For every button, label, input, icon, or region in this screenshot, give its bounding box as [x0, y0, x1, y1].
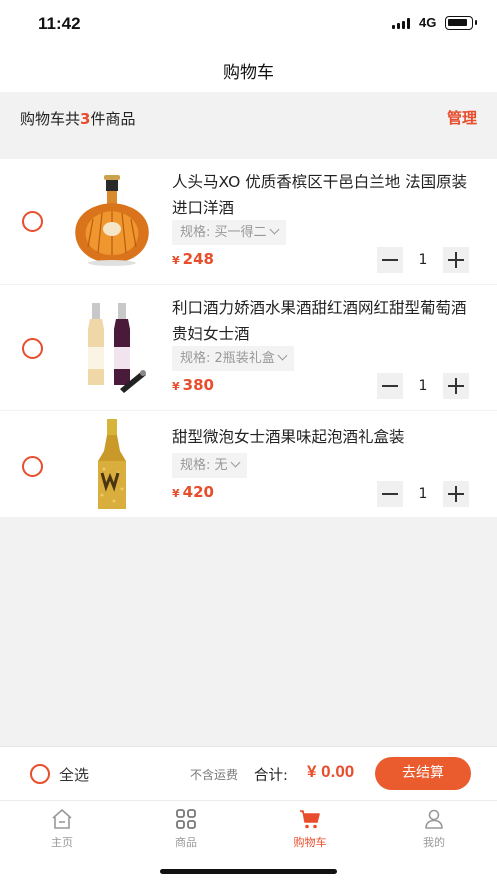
battery-icon [445, 16, 477, 30]
product-image-sparkling-wine[interactable] [62, 415, 162, 515]
price-currency: ¥ [172, 254, 180, 267]
grid-icon [176, 809, 196, 829]
item-spec: 规格: 买一得二 [180, 225, 267, 240]
quantity-value[interactable]: 1 [403, 481, 443, 507]
signal-icon [392, 18, 412, 29]
cart-item: 甜型微泡女士酒果味起泡酒礼盒装 规格: 无 ¥420 1 [0, 411, 497, 517]
checkout-bar: 全选 不含运费 合计: ¥ 0.00 去结算 [0, 746, 497, 800]
item-spec: 规格: 2瓶装礼盒 [180, 351, 275, 366]
quantity-value[interactable]: 1 [403, 247, 443, 273]
total-label: 合计: [254, 768, 288, 784]
tab-products[interactable]: 商品 [124, 807, 248, 850]
cart-count: 3 [80, 110, 91, 128]
cart-count-text: 购物车共3件商品 [20, 108, 135, 129]
page-title: 购物车 [223, 63, 274, 83]
cart-icon [300, 810, 320, 829]
item-title[interactable]: 利口酒力娇酒水果酒甜红酒网红甜型葡萄酒贵妇女士酒 [172, 295, 481, 347]
item-price: ¥420 [172, 483, 214, 501]
increase-quantity-button[interactable] [443, 373, 469, 399]
tab-label: 我的 [423, 836, 445, 849]
status-bar: 11:42 4G [0, 0, 497, 48]
cart-count-prefix: 购物车共 [20, 110, 81, 128]
decrease-quantity-button[interactable] [377, 481, 403, 507]
price-value: 380 [182, 376, 214, 394]
cart-summary: 购物车共3件商品 管理 [0, 92, 497, 142]
quantity-value[interactable]: 1 [403, 373, 443, 399]
home-icon [52, 809, 72, 829]
select-all-label[interactable]: 全选 [59, 764, 89, 785]
tab-label: 购物车 [293, 836, 327, 849]
nav-bar: 购物车 [0, 48, 497, 92]
tab-home[interactable]: 主页 [0, 807, 124, 850]
price-currency: ¥ [172, 487, 180, 500]
item-spec: 规格: 无 [180, 458, 228, 473]
network-type: 4G [419, 15, 437, 30]
chevron-down-icon [277, 350, 288, 361]
home-indicator [160, 869, 337, 874]
item-title[interactable]: 甜型微泡女士酒果味起泡酒礼盒装 [172, 424, 481, 450]
item-select-radio[interactable] [22, 211, 43, 232]
tab-label: 主页 [51, 836, 73, 849]
quantity-stepper: 1 [377, 373, 469, 399]
item-title[interactable]: 人头马XO 优质香槟区干邑白兰地 法国原装进口洋酒 [172, 169, 481, 221]
item-price: ¥380 [172, 376, 214, 394]
price-currency: ¥ [172, 380, 180, 393]
tab-label: 商品 [175, 836, 197, 849]
checkout-button[interactable]: 去结算 [375, 757, 471, 790]
item-select-radio[interactable] [22, 338, 43, 359]
cart-count-suffix: 件商品 [90, 110, 136, 128]
increase-quantity-button[interactable] [443, 247, 469, 273]
quantity-stepper: 1 [377, 481, 469, 507]
decrease-quantity-button[interactable] [377, 373, 403, 399]
quantity-stepper: 1 [377, 247, 469, 273]
chevron-down-icon [269, 224, 279, 235]
price-value: 248 [182, 250, 214, 268]
item-spec-selector[interactable]: 规格: 买一得二 [172, 220, 286, 245]
decrease-quantity-button[interactable] [377, 247, 403, 273]
manage-button[interactable]: 管理 [447, 107, 477, 128]
cart-item: 人头马XO 优质香槟区干邑白兰地 法国原装进口洋酒 规格: 买一得二 ¥248 … [0, 159, 497, 284]
product-image-liqueur[interactable] [62, 297, 162, 397]
increase-quantity-button[interactable] [443, 481, 469, 507]
tab-profile[interactable]: 我的 [372, 807, 496, 850]
cart-item: 利口酒力娇酒水果酒甜红酒网红甜型葡萄酒贵妇女士酒 规格: 2瓶装礼盒 ¥380 … [0, 285, 497, 410]
price-value: 420 [182, 483, 214, 501]
status-time: 11:42 [38, 14, 81, 33]
shipping-note: 不含运费 [190, 768, 239, 782]
item-spec-selector[interactable]: 规格: 无 [172, 453, 247, 478]
total-value: ¥ 0.00 [307, 762, 355, 781]
item-select-radio[interactable] [22, 456, 43, 477]
item-price: ¥248 [172, 250, 214, 268]
tab-cart[interactable]: 购物车 [248, 807, 372, 850]
user-icon [425, 809, 443, 829]
select-all-radio[interactable] [30, 764, 50, 784]
item-spec-selector[interactable]: 规格: 2瓶装礼盒 [172, 346, 294, 371]
product-image-cognac[interactable] [62, 171, 162, 271]
cart-list: 人头马XO 优质香槟区干邑白兰地 法国原装进口洋酒 规格: 买一得二 ¥248 … [0, 159, 497, 517]
chevron-down-icon [230, 457, 240, 468]
